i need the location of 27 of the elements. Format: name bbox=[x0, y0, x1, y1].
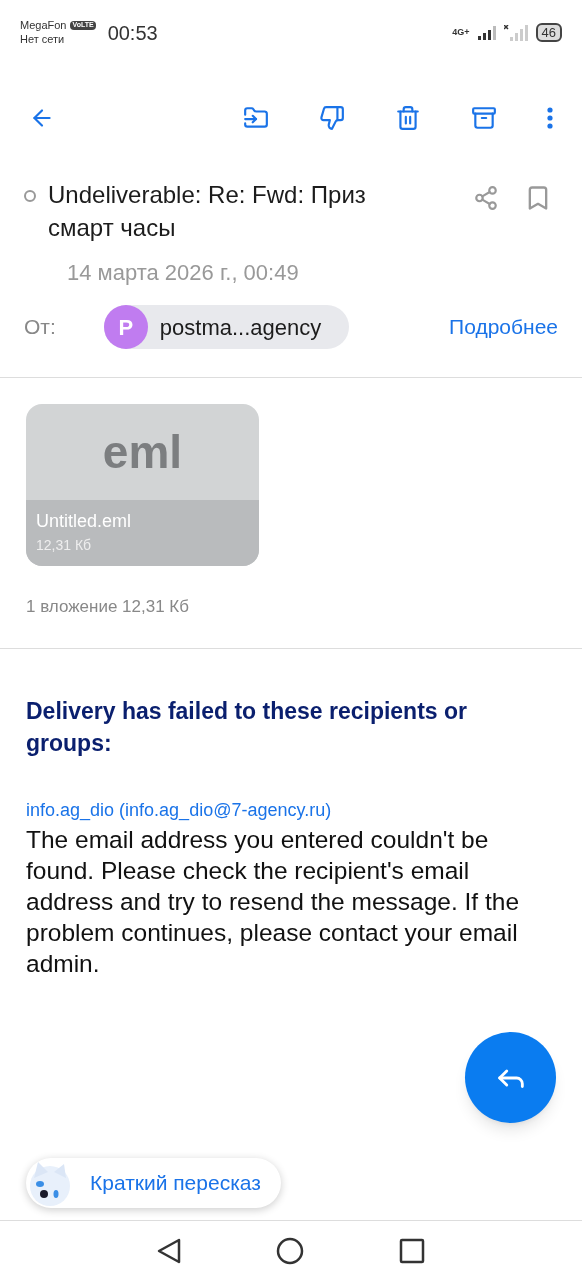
carrier-name: MegaFon bbox=[20, 18, 67, 33]
summary-button[interactable]: Краткий пересказ bbox=[26, 1158, 281, 1208]
no-signal-icon bbox=[503, 24, 528, 41]
archive-box-icon bbox=[471, 104, 497, 131]
sender-avatar: P bbox=[103, 305, 148, 349]
from-label: От: bbox=[24, 314, 56, 341]
network-status: Нет сети bbox=[20, 32, 66, 47]
unread-indicator[interactable] bbox=[24, 190, 36, 202]
trash-icon bbox=[395, 104, 421, 131]
attachment-summary: 1 вложение 12,31 Кб bbox=[26, 597, 189, 616]
details-link[interactable]: Подробнее bbox=[449, 311, 558, 343]
share-icon bbox=[473, 185, 499, 211]
sender-chip[interactable]: P postma...agency bbox=[103, 305, 350, 349]
clock: 00:53 bbox=[107, 20, 158, 46]
recents-nav-icon[interactable] bbox=[399, 1237, 425, 1264]
recipient-link[interactable]: info.ag_dio (info.ag_dio@7-agency.ru) bbox=[26, 799, 332, 820]
more-icon bbox=[547, 106, 553, 129]
battery-indicator: 46 bbox=[535, 23, 562, 42]
email-date: 14 марта 2026 г., 00:49 bbox=[67, 260, 299, 285]
signal-icon bbox=[477, 25, 496, 40]
network-type: 4G+ bbox=[452, 25, 470, 39]
message-body: The email address you entered couldn't be found. Please check the recipient's email address and try to resend the message. If the problem continues, please contact your email admin. bbox=[26, 824, 520, 979]
failure-heading: Delivery has failed to these recipients or groups: bbox=[26, 696, 468, 758]
email-subject: Undeliverable: Re: Fwd: Приз смарт часы bbox=[48, 180, 367, 243]
back-nav-icon[interactable] bbox=[157, 1237, 181, 1264]
thumbs-down-icon bbox=[319, 104, 345, 131]
home-nav-icon[interactable] bbox=[276, 1236, 304, 1265]
